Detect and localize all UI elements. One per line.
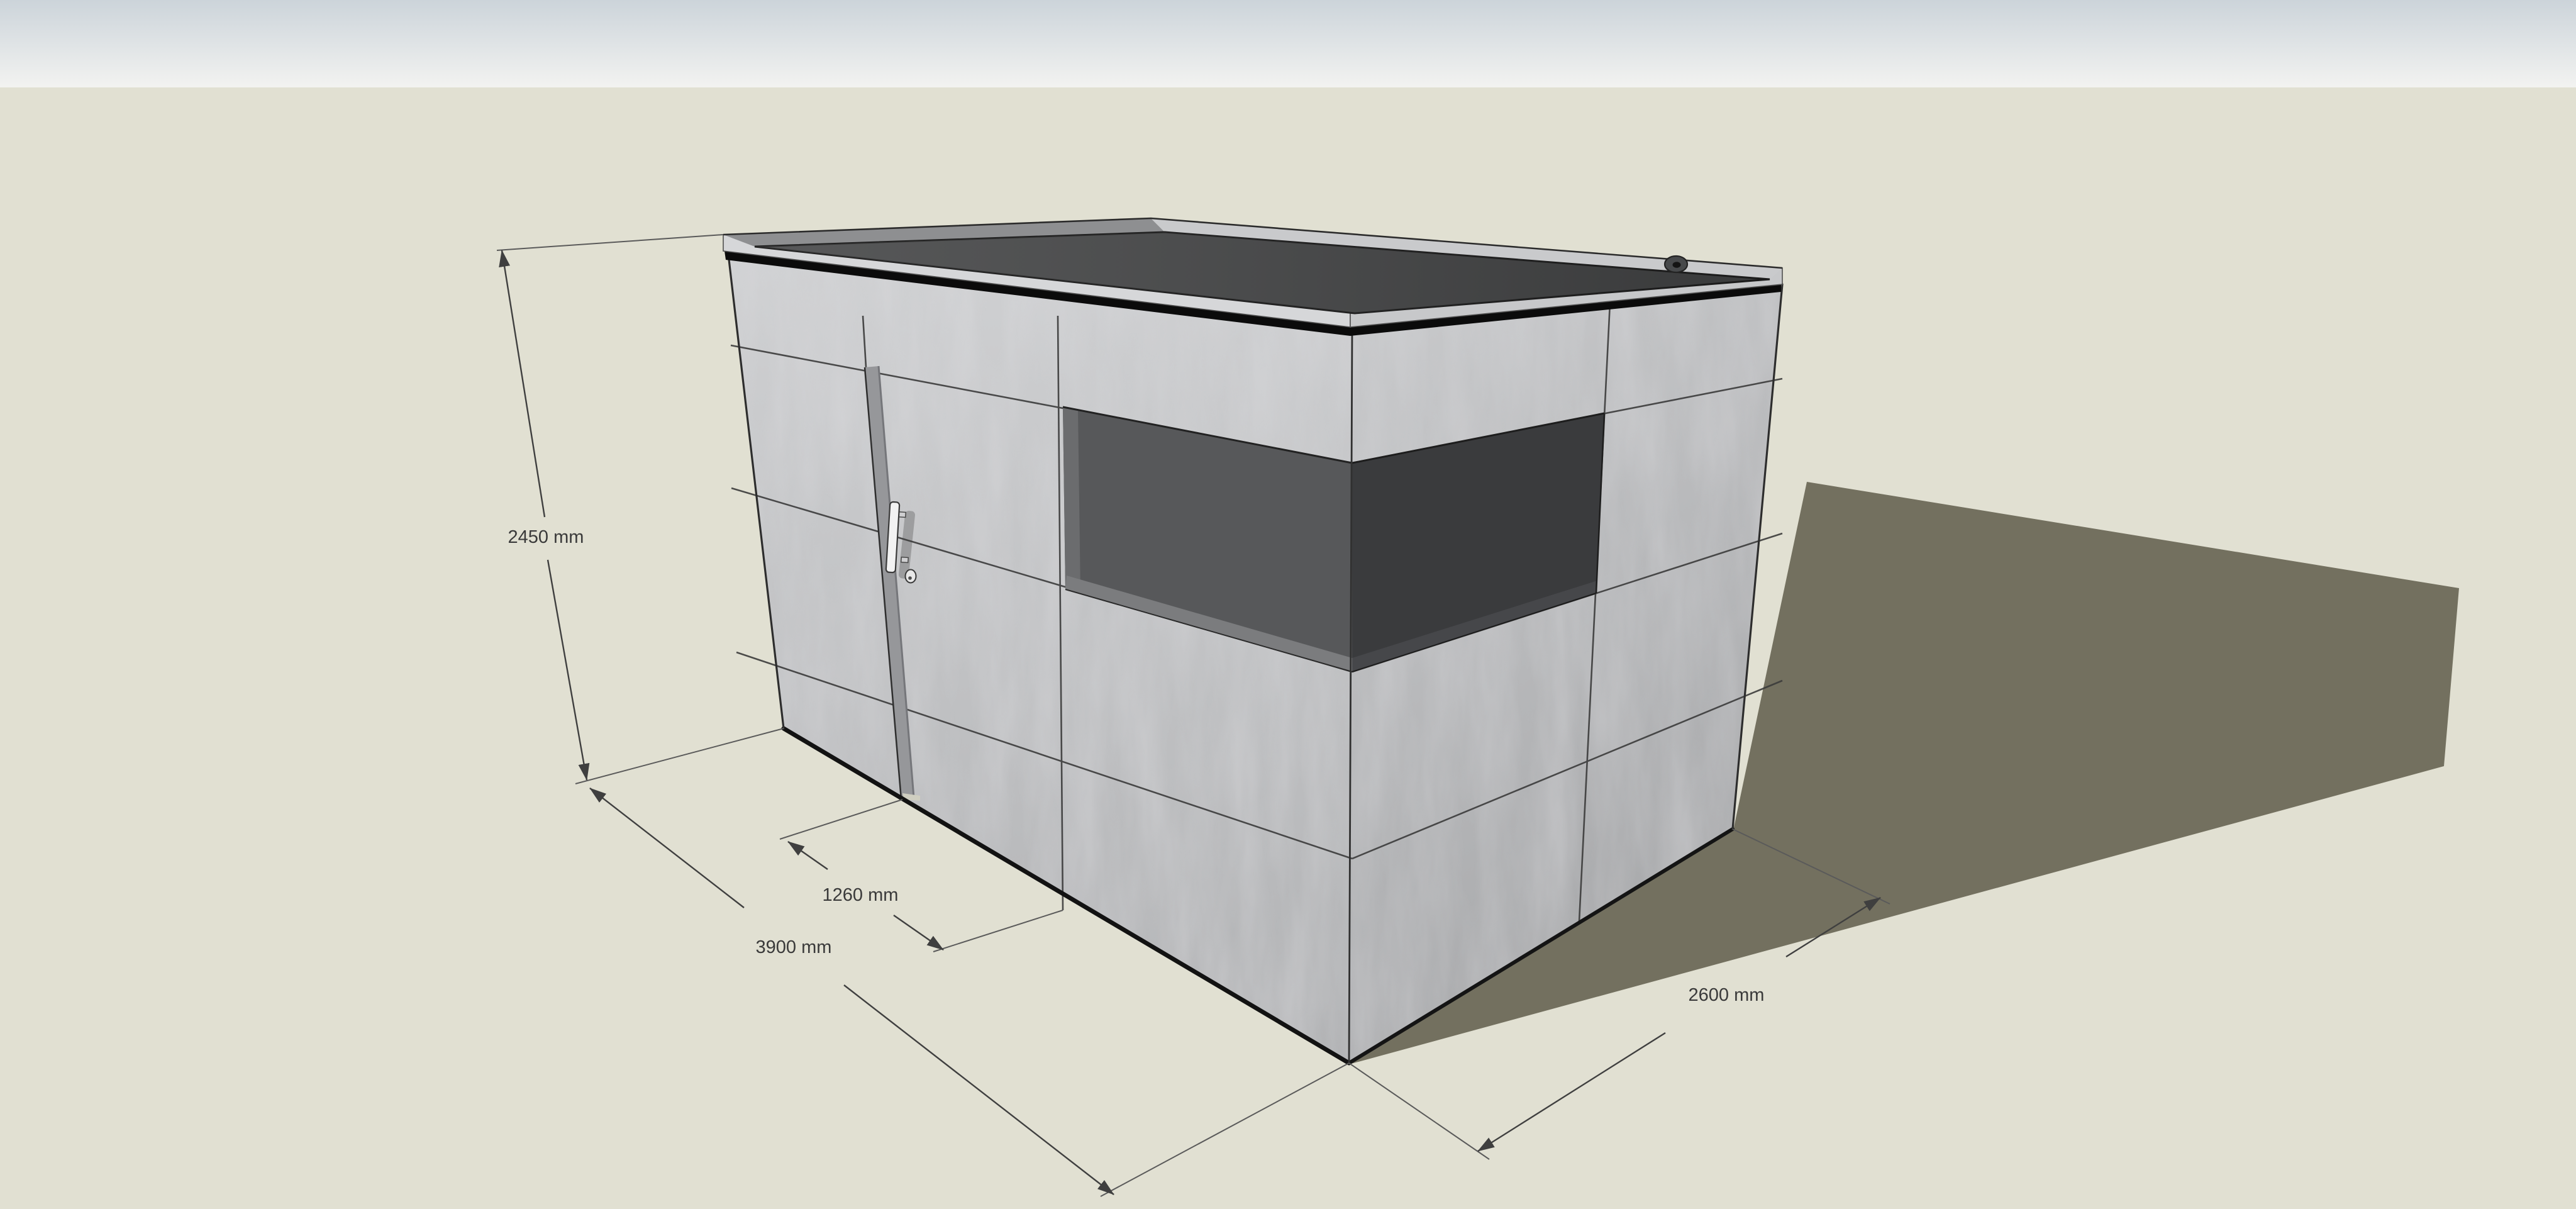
dimension-label-front-width: 3900 mm <box>756 937 832 957</box>
scene-canvas[interactable]: 2450 mm 1260 mm 3900 mm 2600 mm <box>0 0 2576 1209</box>
dimension-label-height: 2450 mm <box>508 527 584 547</box>
lock-cylinder <box>906 570 916 583</box>
keyhole-icon <box>908 576 912 580</box>
3d-viewport[interactable]: 2450 mm 1260 mm 3900 mm 2600 mm <box>0 0 2576 1209</box>
handle-peg-bottom <box>901 557 909 563</box>
sky <box>0 0 2576 89</box>
roof-drain-icon <box>1665 256 1687 272</box>
dimension-label-door-width: 1260 mm <box>823 885 899 905</box>
dimension-label-side-depth: 2600 mm <box>1689 985 1765 1005</box>
window-band-jamb <box>1063 407 1080 592</box>
